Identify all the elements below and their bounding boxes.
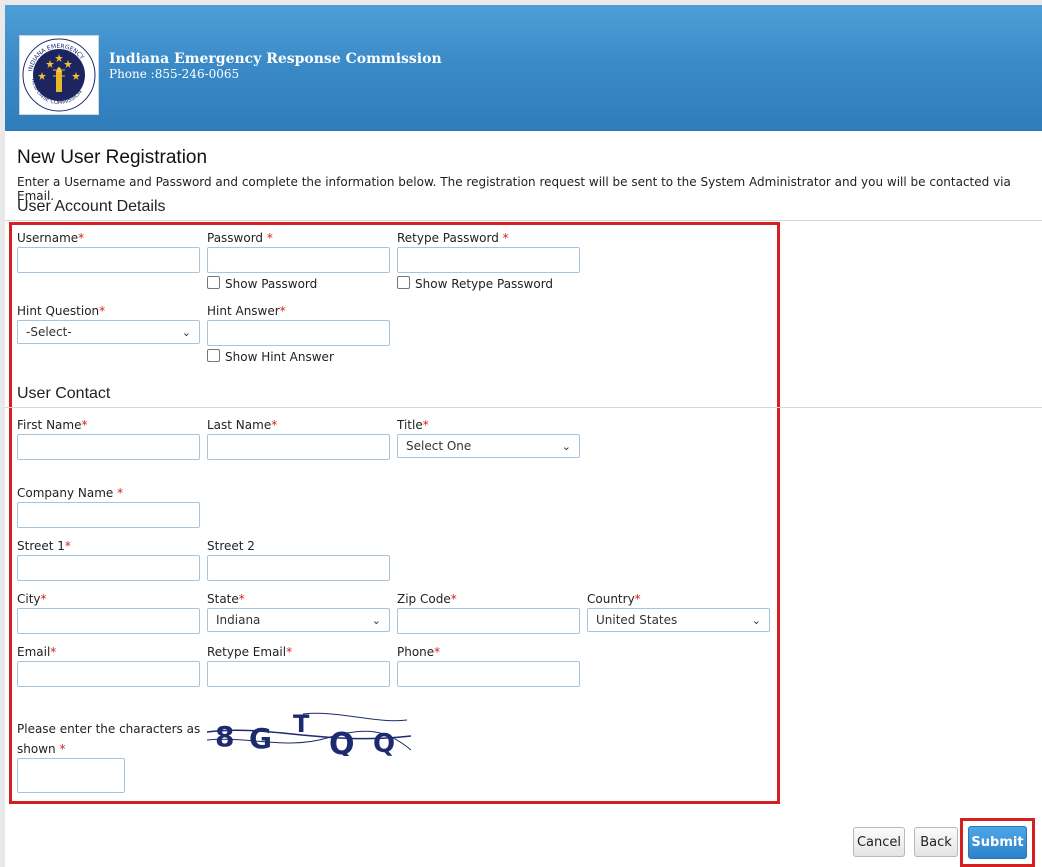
captcha-char: Q: [373, 729, 395, 756]
company-name-input[interactable]: [17, 502, 200, 528]
chevron-down-icon: ⌄: [561, 439, 571, 453]
country-select-value: United States: [596, 613, 678, 627]
street2-label: Street 2: [207, 539, 255, 553]
captcha-char: G: [249, 722, 272, 755]
org-phone: Phone :855-246-0065: [109, 67, 240, 81]
captcha-label-line2: shown *: [17, 742, 66, 756]
first-name-label: First Name*: [17, 418, 88, 432]
hint-question-select[interactable]: -Select- ⌄: [17, 320, 200, 344]
show-retype-password-checkbox[interactable]: [397, 276, 410, 289]
email-label: Email*: [17, 645, 57, 659]
show-hint-answer-label: Show Hint Answer: [225, 350, 334, 364]
submit-highlight-box: Submit: [960, 818, 1035, 867]
section-divider: [5, 220, 1042, 221]
commission-logo: INDIANA EMERGENCY RESPONSE COMMISSION: [19, 35, 99, 115]
site-header: INDIANA EMERGENCY RESPONSE COMMISSION In…: [5, 5, 1042, 131]
phone-input[interactable]: [397, 661, 580, 687]
country-label: Country*: [587, 592, 641, 606]
street2-input[interactable]: [207, 555, 390, 581]
company-name-label: Company Name *: [17, 486, 124, 500]
first-name-input[interactable]: [17, 434, 200, 460]
title-select[interactable]: Select One ⌄: [397, 434, 580, 458]
phone-label: Phone*: [397, 645, 441, 659]
captcha-label-line1: Please enter the characters as: [17, 722, 201, 736]
title-label: Title*: [397, 418, 429, 432]
retype-email-input[interactable]: [207, 661, 390, 687]
hint-question-value: -Select-: [26, 325, 72, 339]
section-divider: [5, 407, 1042, 408]
email-input[interactable]: [17, 661, 200, 687]
show-password-label: Show Password: [225, 277, 318, 291]
zip-code-label: Zip Code*: [397, 592, 457, 606]
city-input[interactable]: [17, 608, 200, 634]
street1-label: Street 1*: [17, 539, 71, 553]
zip-code-input[interactable]: [397, 608, 580, 634]
chevron-down-icon: ⌄: [181, 325, 191, 339]
title-select-value: Select One: [406, 439, 472, 453]
captcha-char: 8: [215, 720, 234, 753]
show-password-checkbox[interactable]: [207, 276, 220, 289]
password-label: Password *: [207, 231, 273, 245]
hint-question-label: Hint Question*: [17, 304, 106, 318]
captcha-image: 8 G T Q Q: [207, 710, 411, 756]
retype-password-input[interactable]: [397, 247, 580, 273]
username-label: Username*: [17, 231, 85, 245]
hint-answer-input[interactable]: [207, 320, 390, 346]
org-name: Indiana Emergency Response Commission: [109, 51, 442, 67]
last-name-label: Last Name*: [207, 418, 278, 432]
chevron-down-icon: ⌄: [371, 613, 381, 627]
city-label: City*: [17, 592, 47, 606]
street1-input[interactable]: [17, 555, 200, 581]
username-input[interactable]: [17, 247, 200, 273]
captcha-char: Q: [329, 727, 355, 756]
page-frame: INDIANA EMERGENCY RESPONSE COMMISSION In…: [5, 5, 1042, 867]
section-title-account: User Account Details: [17, 198, 166, 215]
logo-seal-icon: INDIANA EMERGENCY RESPONSE COMMISSION: [22, 38, 96, 112]
last-name-input[interactable]: [207, 434, 390, 460]
captcha-input[interactable]: [17, 758, 125, 793]
state-label: State*: [207, 592, 245, 606]
hint-answer-label: Hint Answer*: [207, 304, 286, 318]
back-button[interactable]: Back: [914, 827, 958, 857]
cancel-button[interactable]: Cancel: [853, 827, 905, 857]
retype-email-label: Retype Email*: [207, 645, 293, 659]
section-title-contact: User Contact: [17, 385, 111, 402]
retype-password-label: Retype Password *: [397, 231, 509, 245]
show-hint-answer-checkbox[interactable]: [207, 349, 220, 362]
state-select[interactable]: Indiana ⌄: [207, 608, 390, 632]
instructions-text: Enter a Username and Password and comple…: [17, 175, 1011, 203]
submit-button[interactable]: Submit: [968, 826, 1027, 859]
state-select-value: Indiana: [216, 613, 261, 627]
country-select[interactable]: United States ⌄: [587, 608, 770, 632]
password-input[interactable]: [207, 247, 390, 273]
page-title: New User Registration: [17, 147, 208, 168]
show-retype-password-label: Show Retype Password: [415, 277, 554, 291]
chevron-down-icon: ⌄: [751, 613, 761, 627]
